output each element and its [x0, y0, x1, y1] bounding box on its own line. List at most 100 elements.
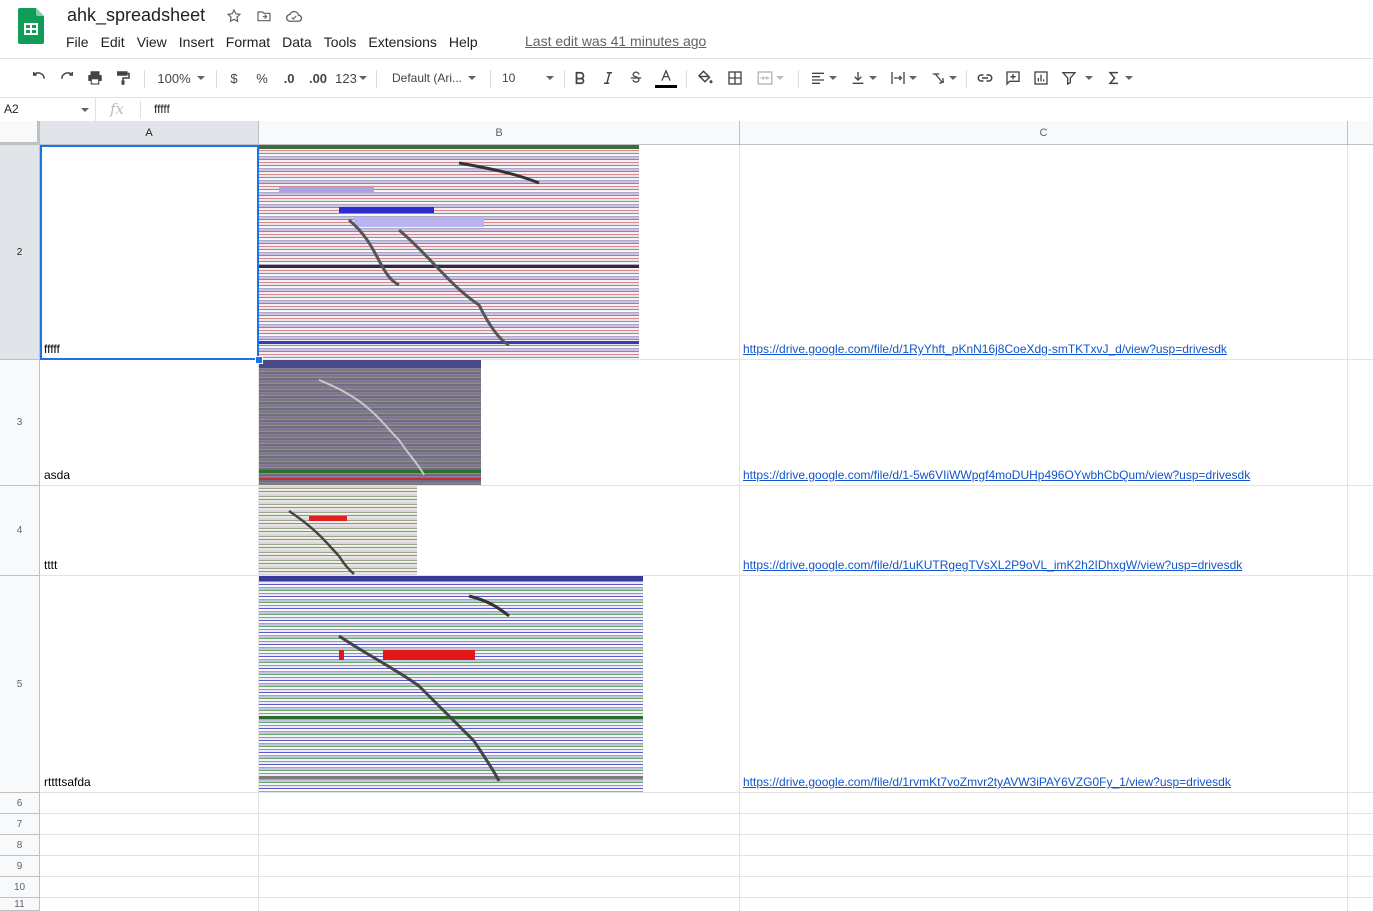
row-header-8[interactable]: 8: [0, 835, 40, 856]
cell-b5[interactable]: [259, 576, 740, 793]
paint-format-icon[interactable]: [112, 62, 134, 94]
row-header-4[interactable]: 4: [0, 486, 40, 576]
sheets-logo-icon[interactable]: [18, 8, 44, 44]
move-folder-icon[interactable]: [254, 6, 274, 26]
column-header-d[interactable]: [1348, 121, 1373, 145]
last-edit-link[interactable]: Last edit was 41 minutes ago: [525, 33, 706, 49]
menu-help[interactable]: Help: [443, 33, 484, 51]
column-header-c[interactable]: C: [740, 121, 1348, 145]
cell-d9[interactable]: [1348, 856, 1373, 877]
row-header-11[interactable]: 11: [0, 898, 40, 911]
menu-insert[interactable]: Insert: [173, 33, 220, 51]
increase-decimal-button[interactable]: .00: [305, 62, 331, 94]
cell-a5[interactable]: rttttsafda: [40, 576, 259, 793]
name-box[interactable]: A2: [0, 98, 96, 121]
row-header-7[interactable]: 7: [0, 814, 40, 835]
cell-b7[interactable]: [259, 814, 740, 835]
cell-image[interactable]: [259, 486, 417, 575]
cell-c9[interactable]: [740, 856, 1348, 877]
cell-c11[interactable]: [740, 898, 1348, 911]
menu-edit[interactable]: Edit: [95, 33, 131, 51]
cell-b10[interactable]: [259, 877, 740, 898]
document-title[interactable]: ahk_spreadsheet: [67, 5, 205, 26]
menu-file[interactable]: File: [60, 33, 95, 51]
fill-color-icon[interactable]: [694, 62, 716, 94]
cell-d8[interactable]: [1348, 835, 1373, 856]
cloud-status-icon[interactable]: [284, 6, 304, 26]
insert-link-icon[interactable]: [974, 62, 996, 94]
functions-icon[interactable]: [1102, 62, 1136, 94]
cell-a10[interactable]: [40, 877, 259, 898]
row-header-10[interactable]: 10: [0, 877, 40, 898]
drive-link[interactable]: https://drive.google.com/file/d/1rvmKt7v…: [743, 775, 1231, 789]
select-all-corner[interactable]: [0, 121, 40, 145]
column-header-b[interactable]: B: [259, 121, 740, 145]
cell-d7[interactable]: [1348, 814, 1373, 835]
cell-a9[interactable]: [40, 856, 259, 877]
cell-c8[interactable]: [740, 835, 1348, 856]
zoom-select[interactable]: 100%: [152, 62, 210, 94]
cell-image[interactable]: [259, 576, 643, 792]
column-header-a[interactable]: A: [40, 121, 259, 145]
text-wrapping-icon[interactable]: [886, 62, 920, 94]
cell-c7[interactable]: [740, 814, 1348, 835]
cell-d6[interactable]: [1348, 793, 1373, 814]
redo-icon[interactable]: [56, 62, 78, 94]
cell-a7[interactable]: [40, 814, 259, 835]
cell-a3[interactable]: asda: [40, 360, 259, 486]
cell-b6[interactable]: [259, 793, 740, 814]
drive-link[interactable]: https://drive.google.com/file/d/1uKUTRge…: [743, 558, 1242, 572]
drive-link[interactable]: https://drive.google.com/file/d/1-5w6VIi…: [743, 468, 1250, 482]
menu-extensions[interactable]: Extensions: [362, 33, 442, 51]
menu-data[interactable]: Data: [276, 33, 318, 51]
cell-b3[interactable]: [259, 360, 740, 486]
cell-d11[interactable]: [1348, 898, 1373, 911]
cell-d3[interactable]: [1348, 360, 1373, 486]
row-header-2[interactable]: 2: [0, 145, 40, 360]
cell-c6[interactable]: [740, 793, 1348, 814]
drive-link[interactable]: https://drive.google.com/file/d/1RyYhft_…: [743, 342, 1227, 356]
cell-b11[interactable]: [259, 898, 740, 911]
more-formats-button[interactable]: 123: [334, 62, 368, 94]
percent-format-button[interactable]: %: [252, 62, 272, 94]
cell-b2[interactable]: [259, 145, 740, 360]
font-size-select[interactable]: 10: [498, 62, 558, 94]
cell-a4[interactable]: tttt: [40, 486, 259, 576]
row-header-5[interactable]: 5: [0, 576, 40, 793]
cell-a11[interactable]: [40, 898, 259, 911]
print-icon[interactable]: [84, 62, 106, 94]
cell-c4[interactable]: https://drive.google.com/file/d/1uKUTRge…: [740, 486, 1348, 576]
cell-b8[interactable]: [259, 835, 740, 856]
cell-d5[interactable]: [1348, 576, 1373, 793]
menu-tools[interactable]: Tools: [318, 33, 363, 51]
font-family-select[interactable]: Default (Ari...: [386, 62, 482, 94]
cell-a6[interactable]: [40, 793, 259, 814]
cell-image[interactable]: [259, 145, 639, 359]
text-rotation-icon[interactable]: [926, 62, 960, 94]
cell-b9[interactable]: [259, 856, 740, 877]
strikethrough-icon[interactable]: [626, 62, 646, 94]
fill-handle[interactable]: [255, 356, 263, 364]
menu-view[interactable]: View: [131, 33, 173, 51]
insert-chart-icon[interactable]: [1030, 62, 1052, 94]
currency-format-button[interactable]: $: [224, 62, 244, 94]
cell-c2[interactable]: https://drive.google.com/file/d/1RyYhft_…: [740, 145, 1348, 360]
cell-a8[interactable]: [40, 835, 259, 856]
vertical-align-icon[interactable]: [846, 62, 880, 94]
italic-icon[interactable]: [598, 62, 618, 94]
row-header-9[interactable]: 9: [0, 856, 40, 877]
formula-input[interactable]: fffff: [154, 98, 170, 121]
insert-comment-icon[interactable]: [1002, 62, 1024, 94]
cell-b4[interactable]: [259, 486, 740, 576]
cell-c5[interactable]: https://drive.google.com/file/d/1rvmKt7v…: [740, 576, 1348, 793]
row-header-6[interactable]: 6: [0, 793, 40, 814]
horizontal-align-icon[interactable]: [806, 62, 840, 94]
menu-format[interactable]: Format: [220, 33, 276, 51]
row-header-3[interactable]: 3: [0, 360, 40, 486]
cell-c10[interactable]: [740, 877, 1348, 898]
cell-image[interactable]: [259, 360, 481, 485]
filter-icon[interactable]: [1058, 62, 1096, 94]
undo-icon[interactable]: [28, 62, 50, 94]
decrease-decimal-button[interactable]: .0: [278, 62, 300, 94]
cell-d10[interactable]: [1348, 877, 1373, 898]
